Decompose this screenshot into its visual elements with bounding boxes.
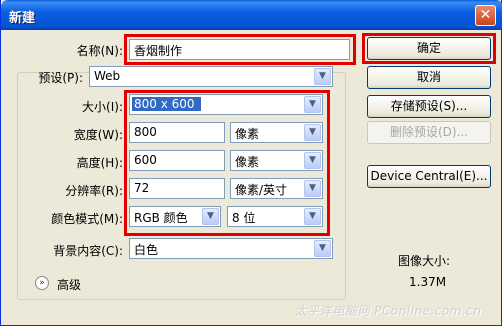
save-preset-button[interactable]: 存储预设(S)... bbox=[367, 95, 491, 118]
name-highlight-box bbox=[124, 34, 356, 65]
color-mode-label: 颜色模式(M): bbox=[51, 212, 123, 226]
background-label: 背景内容(C): bbox=[53, 244, 123, 258]
name-label: 名称(N): bbox=[76, 44, 123, 58]
preset-value: Web bbox=[94, 69, 121, 83]
site-watermark: 太平洋电脑网 PConline.com.cn bbox=[295, 304, 482, 318]
resolution-label: 分辨率(R): bbox=[65, 184, 123, 198]
close-icon[interactable]: ✕ bbox=[475, 5, 496, 26]
delete-preset-button[interactable]: 删除预设(D)... bbox=[367, 121, 491, 144]
height-label: 高度(H): bbox=[76, 156, 123, 170]
settings-highlight-box bbox=[124, 90, 330, 236]
device-central-button[interactable]: Device Central(E)... bbox=[367, 165, 491, 188]
dialog-title: 新建 bbox=[9, 11, 36, 26]
image-size-value: 1.37M bbox=[409, 275, 447, 289]
chevron-down-icon[interactable]: ▼ bbox=[314, 68, 331, 85]
title-bar: 新建 ✕ bbox=[1, 0, 502, 30]
advanced-label[interactable]: 高级 bbox=[57, 276, 81, 293]
chevron-down-icon[interactable]: ▼ bbox=[314, 240, 331, 257]
size-label: 大小(I): bbox=[82, 100, 123, 114]
background-value: 白色 bbox=[134, 243, 159, 257]
new-document-dialog: 新建 ✕ 名称(N): 香烟制作 预设(P): Web ▼ 大小(I): 800… bbox=[0, 0, 502, 326]
preset-label: 预设(P): bbox=[38, 71, 83, 85]
preset-select[interactable]: Web ▼ bbox=[89, 66, 333, 87]
background-select[interactable]: 白色 ▼ bbox=[129, 238, 333, 259]
image-size-label: 图像大小: bbox=[398, 254, 451, 268]
width-label: 宽度(W): bbox=[73, 128, 123, 142]
cancel-button[interactable]: 取消 bbox=[367, 66, 491, 89]
dialog-client-area: 名称(N): 香烟制作 预设(P): Web ▼ 大小(I): 800 x 60… bbox=[1, 30, 501, 326]
expand-icon[interactable]: » bbox=[35, 276, 49, 290]
ok-highlight-box bbox=[362, 33, 496, 64]
